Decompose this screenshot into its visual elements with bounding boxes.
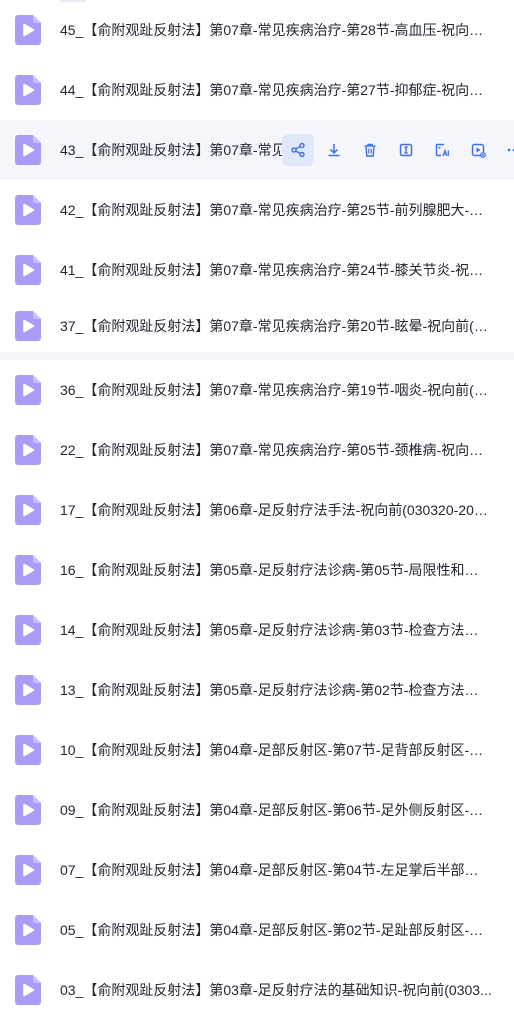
download-button[interactable] xyxy=(318,134,350,166)
video-file-icon xyxy=(15,135,41,165)
file-name[interactable]: 36_【俞附观趾反射法】第07章-常见疾病治疗-第19节-咽炎-祝向前(0303… xyxy=(60,380,492,400)
delete-button[interactable] xyxy=(354,134,386,166)
ai-text-button[interactable] xyxy=(426,134,458,166)
file-row[interactable]: 37_【俞附观趾反射法】第07章-常见疾病治疗-第20节-眩晕-祝向前(0303… xyxy=(0,300,514,360)
file-list: 45_【俞附观趾反射法】第07章-常见疾病治疗-第28节-高血压-祝向前(030… xyxy=(0,0,514,1025)
file-name[interactable]: 05_【俞附观趾反射法】第04章-足部反射区-第02节-足趾部反射区-祝向前..… xyxy=(60,920,492,940)
video-file-icon xyxy=(15,795,41,825)
file-name[interactable]: 45_【俞附观趾反射法】第07章-常见疾病治疗-第28节-高血压-祝向前(030… xyxy=(60,20,492,40)
file-row[interactable]: 05_【俞附观趾反射法】第04章-足部反射区-第02节-足趾部反射区-祝向前..… xyxy=(0,900,514,960)
video-file-icon xyxy=(15,675,41,705)
video-file-icon xyxy=(15,435,41,465)
file-name[interactable]: 43_【俞附观趾反射法】第07章-常见疾病治疗-第26节 xyxy=(60,140,282,160)
file-name[interactable]: 07_【俞附观趾反射法】第04章-足部反射区-第04节-左足掌后半部反射区... xyxy=(60,860,492,880)
file-name[interactable]: 16_【俞附观趾反射法】第05章-足反射疗法诊病-第05节-局限性和禁忌症... xyxy=(60,560,492,580)
video-file-icon xyxy=(15,915,41,945)
rename-button[interactable] xyxy=(390,134,422,166)
video-file-icon xyxy=(15,855,41,885)
share-button[interactable] xyxy=(282,134,314,166)
ai-image-icon xyxy=(434,142,450,158)
more-button[interactable] xyxy=(498,134,514,166)
trash-icon xyxy=(362,142,378,158)
video-file-icon xyxy=(15,615,41,645)
video-play-icon xyxy=(470,142,486,158)
video-file-icon xyxy=(15,375,41,405)
video-file-icon xyxy=(15,195,41,225)
file-name[interactable]: 44_【俞附观趾反射法】第07章-常见疾病治疗-第27节-抑郁症-祝向前(030… xyxy=(60,80,492,100)
file-name[interactable]: 41_【俞附观趾反射法】第07章-常见疾病治疗-第24节-膝关节炎-祝向前(03… xyxy=(60,260,492,280)
video-file-icon xyxy=(15,255,41,285)
share-icon xyxy=(290,142,306,158)
file-row[interactable]: 16_【俞附观趾反射法】第05章-足反射疗法诊病-第05节-局限性和禁忌症... xyxy=(0,540,514,600)
play-button[interactable] xyxy=(462,134,494,166)
file-name[interactable]: 42_【俞附观趾反射法】第07章-常见疾病治疗-第25节-前列腺肥大-祝向前(0… xyxy=(60,200,492,220)
file-row[interactable]: 10_【俞附观趾反射法】第04章-足部反射区-第07节-足背部反射区-祝向前..… xyxy=(0,720,514,780)
file-name[interactable]: 22_【俞附观趾反射法】第07章-常见疾病治疗-第05节-颈椎病-祝向前(030… xyxy=(60,440,492,460)
file-row[interactable]: 03_【俞附观趾反射法】第03章-足反射疗法的基础知识-祝向前(0303... xyxy=(0,960,514,1020)
file-row[interactable]: 44_【俞附观趾反射法】第07章-常见疾病治疗-第27节-抑郁症-祝向前(030… xyxy=(0,60,514,120)
file-row[interactable]: 22_【俞附观趾反射法】第07章-常见疾病治疗-第05节-颈椎病-祝向前(030… xyxy=(0,420,514,480)
video-file-icon xyxy=(15,975,41,1005)
video-file-icon xyxy=(15,555,41,585)
file-name[interactable]: 10_【俞附观趾反射法】第04章-足部反射区-第07节-足背部反射区-祝向前..… xyxy=(60,740,492,760)
file-row[interactable]: 41_【俞附观趾反射法】第07章-常见疾病治疗-第24节-膝关节炎-祝向前(03… xyxy=(0,240,514,300)
row-actions xyxy=(282,120,514,180)
text-cursor-icon xyxy=(398,142,414,158)
video-file-icon xyxy=(15,75,41,105)
file-row[interactable]: 36_【俞附观趾反射法】第07章-常见疾病治疗-第19节-咽炎-祝向前(0303… xyxy=(0,360,514,420)
file-row[interactable]: 09_【俞附观趾反射法】第04章-足部反射区-第06节-足外侧反射区-祝向前..… xyxy=(0,780,514,840)
file-name[interactable]: 17_【俞附观趾反射法】第06章-足反射疗法手法-祝向前(030320-2022… xyxy=(60,500,492,520)
file-name[interactable]: 03_【俞附观趾反射法】第03章-足反射疗法的基础知识-祝向前(0303... xyxy=(60,980,492,1000)
file-name[interactable]: 14_【俞附观趾反射法】第05章-足反射疗法诊病-第03节-检查方法（二）... xyxy=(60,620,492,640)
video-file-icon xyxy=(15,495,41,525)
file-name[interactable]: 37_【俞附观趾反射法】第07章-常见疾病治疗-第20节-眩晕-祝向前(0303… xyxy=(60,316,492,336)
video-file-icon xyxy=(15,15,41,45)
file-row[interactable]: 14_【俞附观趾反射法】第05章-足反射疗法诊病-第03节-检查方法（二）... xyxy=(0,600,514,660)
file-name[interactable]: 09_【俞附观趾反射法】第04章-足部反射区-第06节-足外侧反射区-祝向前..… xyxy=(60,800,492,820)
file-row[interactable]: 42_【俞附观趾反射法】第07章-常见疾病治疗-第25节-前列腺肥大-祝向前(0… xyxy=(0,180,514,240)
video-file-icon xyxy=(15,311,41,341)
file-name[interactable]: 13_【俞附观趾反射法】第05章-足反射疗法诊病-第02节-检查方法（一）... xyxy=(60,680,492,700)
more-dots-icon xyxy=(506,142,514,158)
file-row[interactable]: 17_【俞附观趾反射法】第06章-足反射疗法手法-祝向前(030320-2022… xyxy=(0,480,514,540)
download-icon xyxy=(326,142,342,158)
file-row[interactable]: 43_【俞附观趾反射法】第07章-常见疾病治疗-第26节 xyxy=(0,120,514,180)
file-row[interactable]: 45_【俞附观趾反射法】第07章-常见疾病治疗-第28节-高血压-祝向前(030… xyxy=(0,0,514,60)
file-row[interactable]: 13_【俞附观趾反射法】第05章-足反射疗法诊病-第02节-检查方法（一）... xyxy=(0,660,514,720)
video-file-icon xyxy=(15,735,41,765)
file-row[interactable]: 07_【俞附观趾反射法】第04章-足部反射区-第04节-左足掌后半部反射区... xyxy=(0,840,514,900)
